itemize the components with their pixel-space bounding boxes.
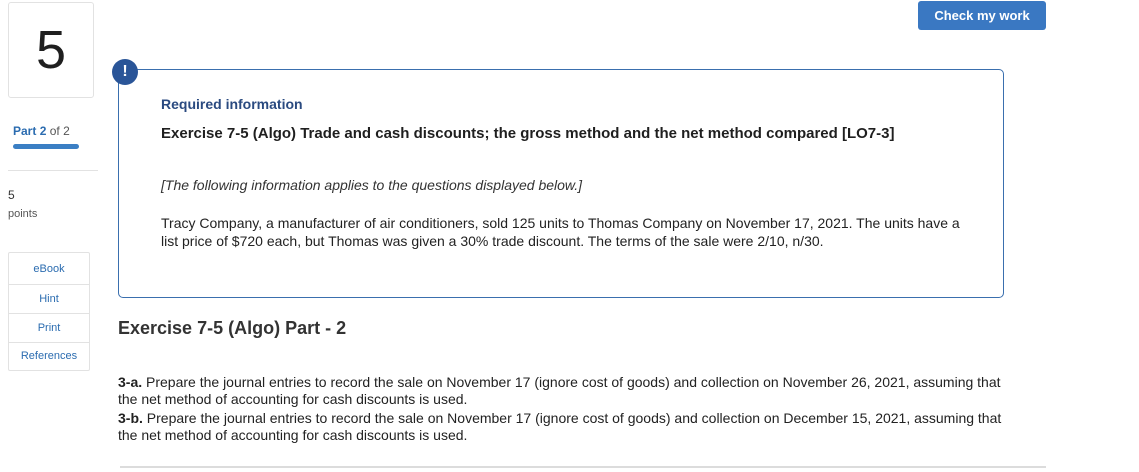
instruction-label: 3-b. xyxy=(118,410,143,426)
part-progress-bar xyxy=(13,144,79,149)
check-my-work-button[interactable]: Check my work xyxy=(918,1,1046,30)
ebook-link[interactable]: eBook xyxy=(9,253,89,285)
question-number: 5 xyxy=(35,20,67,80)
instruction-label: 3-a. xyxy=(118,374,143,390)
divider xyxy=(8,170,98,171)
instruction-text: Prepare the journal entries to record th… xyxy=(118,410,1002,443)
required-info-title: Required information xyxy=(161,96,303,112)
scenario-text: Tracy Company, a manufacturer of air con… xyxy=(161,215,960,249)
part-current: Part 2 xyxy=(13,124,47,138)
instruction-3b: 3-b. Prepare the journal entries to reco… xyxy=(118,410,1018,444)
part-separator: of xyxy=(49,124,60,138)
print-link[interactable]: Print xyxy=(9,314,89,343)
references-link[interactable]: References xyxy=(9,343,89,370)
part-total: 2 xyxy=(63,124,70,138)
tool-links: eBook Hint Print References xyxy=(8,252,90,371)
points-label: points xyxy=(8,208,38,220)
divider xyxy=(120,466,1046,468)
hint-link[interactable]: Hint xyxy=(9,285,89,314)
applies-note: [The following information applies to th… xyxy=(161,177,583,193)
points-value: 5 xyxy=(8,188,15,202)
instruction-3a: 3-a. Prepare the journal entries to reco… xyxy=(118,374,1018,408)
question-number-box: 5 xyxy=(8,2,94,98)
alert-icon: ! xyxy=(112,59,138,85)
exercise-title: Exercise 7-5 (Algo) Trade and cash disco… xyxy=(161,125,895,142)
instruction-text: Prepare the journal entries to record th… xyxy=(118,374,1001,407)
part-heading: Exercise 7-5 (Algo) Part - 2 xyxy=(118,318,347,338)
part-indicator: Part 2 of 2 xyxy=(13,124,70,138)
